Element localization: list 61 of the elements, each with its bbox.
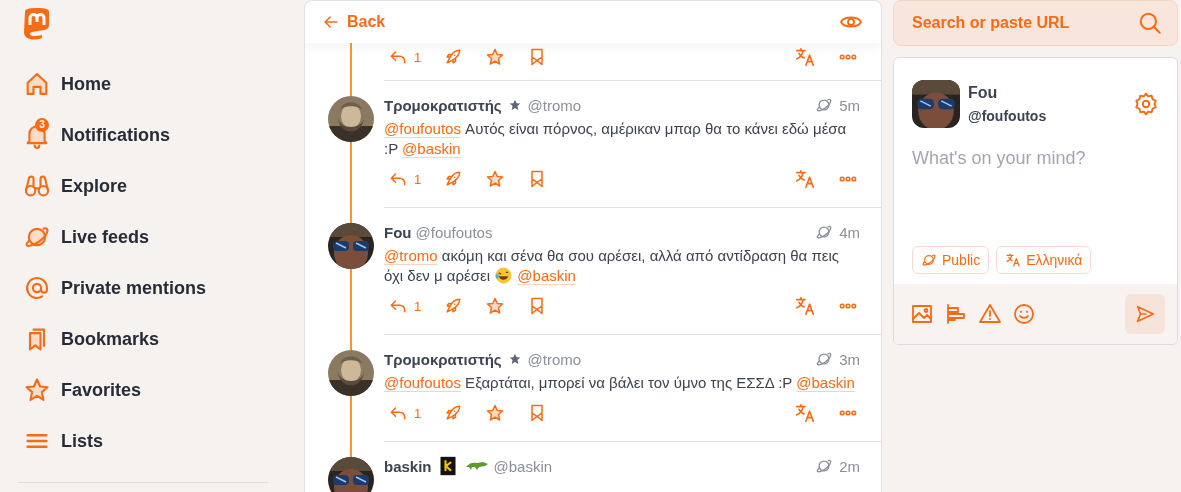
user-handle: @foufoutos [968, 108, 1047, 124]
notification-badge: 3 [35, 118, 49, 132]
content-warning-button[interactable] [978, 302, 1002, 326]
search-icon [1137, 10, 1163, 36]
planet-icon [815, 96, 834, 114]
poll-button[interactable] [944, 302, 968, 326]
post-time: 4m [839, 223, 860, 241]
compose-panel[interactable]: Fou @foufoutos What's on your mind? Public Ελληνικά [893, 57, 1178, 345]
translate-icon [794, 168, 816, 190]
send-icon [1134, 303, 1156, 325]
planet-icon [921, 252, 937, 268]
lizard-icon [465, 461, 488, 471]
star-icon [485, 47, 506, 67]
planet-icon [815, 350, 834, 368]
search-field[interactable]: Search or paste URL [893, 0, 1178, 46]
nav-item[interactable]: Favorites [22, 373, 142, 407]
author-handle: @foufoutos [415, 223, 493, 241]
settings-button[interactable] [1133, 91, 1159, 117]
author-name[interactable]: baskin [384, 457, 432, 475]
translate-icon [794, 295, 816, 317]
user-name: Fou [968, 84, 999, 102]
settings-icon [1133, 91, 1159, 117]
nav-item[interactable]: Explore [22, 169, 128, 203]
star-icon [23, 376, 51, 404]
warning-icon [978, 302, 1002, 326]
post-text: @foufoutos Αυτός είναι πόρνος, αμέρικαν μπαρ θα το κάνει εδώ μέσα :P @baskin [384, 119, 848, 159]
author-name[interactable]: Fou [384, 223, 412, 241]
laughing-emoji-icon [494, 266, 514, 285]
translate-icon [1005, 252, 1022, 268]
nav-item[interactable]: Private mentions [22, 271, 207, 305]
attach-media-button[interactable] [910, 302, 934, 326]
nav-item[interactable]: 3 Notifications [22, 118, 170, 152]
post-text: @foufoutos Εξαρτάται, μπορεί να βάλει τον ύμνο της ΕΣΣΔ :P @baskin [384, 373, 856, 393]
nav-item[interactable]: Home [22, 67, 111, 101]
emoji-button[interactable] [1012, 302, 1036, 326]
author-name[interactable]: Τρομοκρατιστής [384, 96, 502, 114]
send-button[interactable] [1125, 294, 1165, 334]
image-icon [910, 302, 934, 326]
star-icon [485, 169, 506, 189]
nav-item[interactable]: Bookmarks [22, 322, 160, 356]
author-handle: @baskin [493, 457, 553, 475]
nav-item[interactable]: Lists [22, 424, 103, 458]
post-time: 5m [839, 96, 860, 114]
translate-icon [794, 402, 816, 424]
logo-icon[interactable] [22, 8, 52, 40]
planet-icon [815, 223, 834, 241]
star-icon [485, 403, 506, 423]
at-icon [23, 274, 51, 302]
post-time: 3m [839, 350, 860, 368]
planet-icon [815, 457, 834, 475]
post-time: 2m [839, 457, 860, 475]
smiley-icon [1012, 302, 1036, 326]
translate-icon [794, 46, 816, 68]
nav-item[interactable]: Live feeds [22, 220, 150, 254]
star-icon [485, 296, 506, 316]
author-handle: @tromo [527, 96, 582, 114]
search-input[interactable]: Search or paste URL [910, 13, 1137, 33]
bars-icon [944, 302, 968, 326]
post-text: @tromo ακόμη και σένα θα σου αρέσει, αλλά από αντίδραση θα πεις όχι δεν μ αρέσει @baskin [384, 246, 840, 286]
author-handle: @tromo [527, 350, 582, 368]
author-name[interactable]: Τρομοκρατιστής [384, 350, 502, 368]
